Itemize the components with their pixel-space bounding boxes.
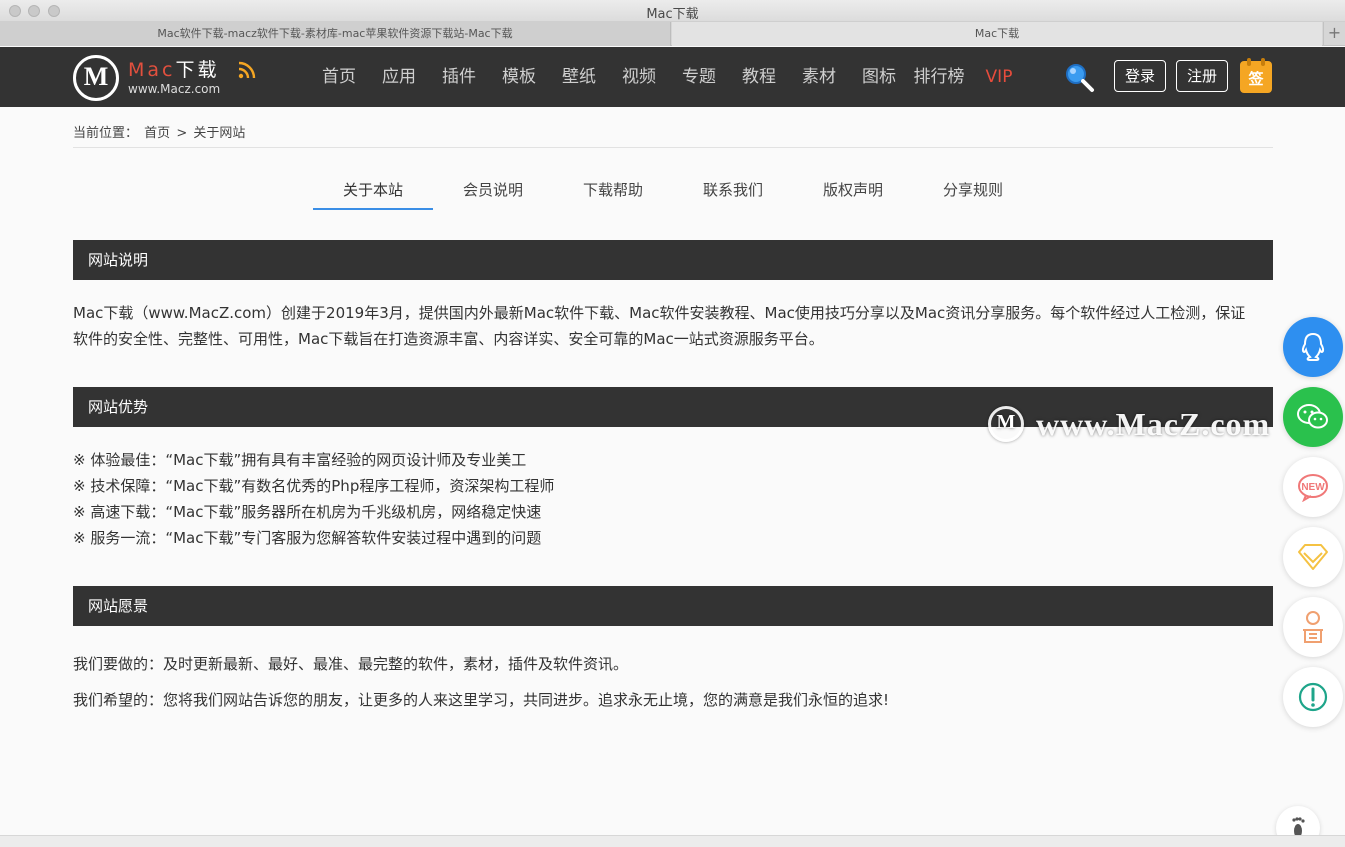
search-icon[interactable] [1063,61,1095,93]
window-title: Mac下载 [646,7,699,22]
tab-contact[interactable]: 联系我们 [673,170,793,210]
about-subtabs: 关于本站 会员说明 下载帮助 联系我们 版权声明 分享规则 [313,170,1033,210]
tab-download-help[interactable]: 下载帮助 [553,170,673,210]
tab-membership[interactable]: 会员说明 [433,170,553,210]
site-logo-icon[interactable]: M [73,55,119,101]
breadcrumb-prefix: 当前位置： [73,126,139,141]
nav-plugins[interactable]: 插件 [429,47,489,107]
window-titlebar: Mac下载 [0,0,1345,22]
breadcrumb: 当前位置： 首页 > 关于网站 [73,122,247,141]
list-item: ※ 体验最佳：“Mac下载”拥有具有丰富经验的网页设计师及专业美工 [73,451,527,469]
new-tab-button[interactable]: + [1323,22,1345,46]
intro-paragraph: Mac下载（www.MacZ.com）创建于2019年3月，提供国内外最新Mac… [73,304,1246,348]
nav-videos[interactable]: 视频 [609,47,669,107]
advantages-list: ※ 体验最佳：“Mac下载”拥有具有丰富经验的网页设计师及专业美工 ※ 技术保障… [73,447,554,551]
tab-share-rules[interactable]: 分享规则 [913,170,1033,210]
nav-topics[interactable]: 专题 [669,47,729,107]
register-button[interactable]: 注册 [1176,60,1228,92]
nav-icons[interactable]: 图标 [849,47,909,107]
nav-wallpapers[interactable]: 壁纸 [549,47,609,107]
tab-copyright[interactable]: 版权声明 [793,170,913,210]
breadcrumb-divider [73,147,1273,148]
breadcrumb-separator: > [176,126,188,141]
customer-service-icon [1303,611,1323,643]
breadcrumb-home-link[interactable]: 首页 [144,126,170,141]
nav-home[interactable]: 首页 [309,47,369,107]
browser-tab-1[interactable]: Mac软件下载-macz软件下载-素材库-mac苹果软件资源下载站-Mac下载 [0,22,671,46]
nav-vip[interactable]: VIP [969,47,1029,107]
list-item: 我们要做的：及时更新最新、最好、最准、最完整的软件，素材，插件及软件资讯。 [73,655,629,673]
login-button[interactable]: 登录 [1114,60,1166,92]
nav-rankings[interactable]: 排行榜 [909,47,969,107]
list-item: ※ 服务一流：“Mac下载”专门客服为您解答软件安装过程中遇到的问题 [73,529,542,547]
svg-text:NEW: NEW [1301,482,1325,493]
tab-about-site[interactable]: 关于本站 [313,170,433,210]
watermark-logo-icon: M [988,406,1024,442]
qq-icon [1301,332,1325,361]
browser-tab-2[interactable]: Mac下载 [672,22,1322,46]
diamond-icon [1298,544,1328,570]
site-logo-url: www.Macz.com [128,82,221,96]
site-header: M Mac下载 www.Macz.com 首页 应用 插件 模板 壁纸 视频 专… [0,47,1345,107]
vision-list: 我们要做的：及时更新最新、最好、最准、最完整的软件，素材，插件及软件资讯。 我们… [73,646,889,718]
checkin-calendar-icon[interactable]: 签 [1240,58,1272,93]
browser-tab-bar: Mac软件下载-macz软件下载-素材库-mac苹果软件资源下载站-Mac下载 … [0,22,1345,46]
customer-service-button[interactable] [1283,597,1343,657]
wechat-contact-button[interactable] [1283,387,1343,447]
watermark-text: www.MacZ.com [1036,406,1271,442]
breadcrumb-current: 关于网站 [193,126,246,141]
nav-materials[interactable]: 素材 [789,47,849,107]
whats-new-button[interactable]: NEW [1283,457,1343,517]
nav-apps[interactable]: 应用 [369,47,429,107]
section-title-intro: 网站说明 [73,240,1273,280]
list-item: ※ 高速下载：“Mac下载”服务器所在机房为千兆级机房，网络稳定快速 [73,503,542,521]
site-logo-text[interactable]: Mac下载 [128,55,220,82]
list-item: 我们希望的：您将我们网站告诉您的朋友，让更多的人来这里学习，共同进步。追求永无止… [73,691,890,709]
alert-icon [1298,682,1328,712]
nav-templates[interactable]: 模板 [489,47,549,107]
new-badge-icon: NEW [1298,474,1328,502]
feedback-button[interactable] [1283,667,1343,727]
qq-contact-button[interactable] [1283,317,1343,377]
main-nav: 首页 应用 插件 模板 壁纸 视频 专题 教程 素材 图标 排行榜 VIP [309,47,1029,107]
rss-icon[interactable] [238,61,256,79]
vip-diamond-button[interactable] [1283,527,1343,587]
wechat-icon [1297,404,1328,429]
nav-tutorials[interactable]: 教程 [729,47,789,107]
window-bottom-bar [0,835,1345,847]
list-item: ※ 技术保障：“Mac下载”有数名优秀的Php程序工程师，资深架构工程师 [73,477,555,495]
section-title-vision: 网站愿景 [73,586,1273,626]
